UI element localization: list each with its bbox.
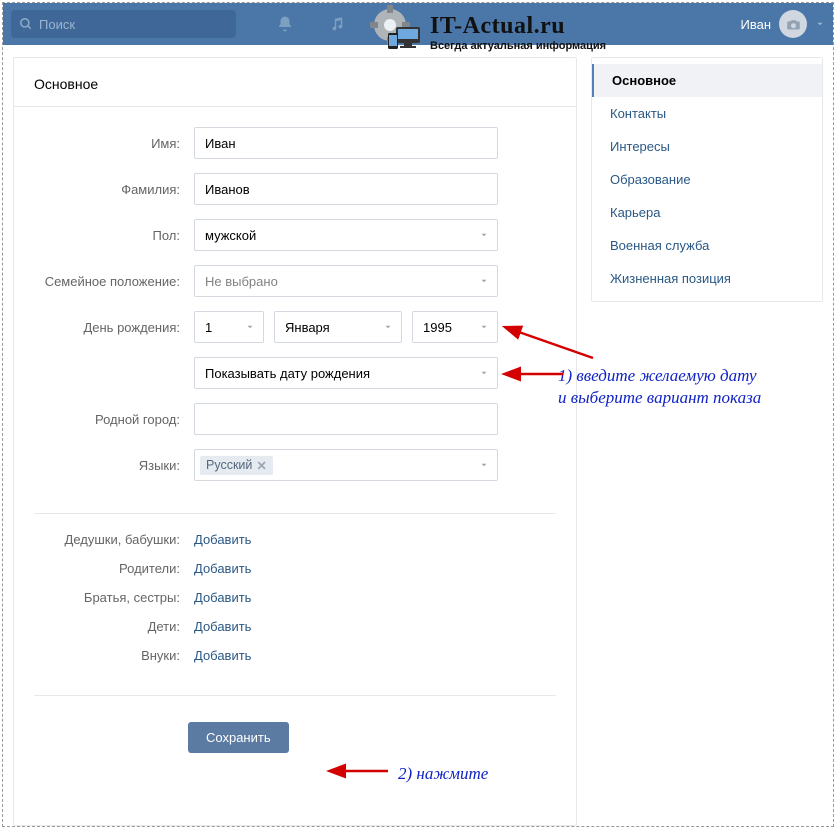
chevron-down-icon xyxy=(479,460,489,470)
chevron-down-icon xyxy=(245,322,255,332)
birthday-day-select[interactable]: 1 xyxy=(194,311,264,343)
sidebar-item-interests[interactable]: Интересы xyxy=(592,130,822,163)
add-children-link[interactable]: Добавить xyxy=(194,619,251,634)
camera-icon xyxy=(786,17,801,32)
birthday-year-select[interactable]: 1995 xyxy=(412,311,498,343)
name-input[interactable] xyxy=(194,127,498,159)
label-name: Имя: xyxy=(34,136,194,151)
add-grandparents-link[interactable]: Добавить xyxy=(194,532,251,547)
add-siblings-link[interactable]: Добавить xyxy=(194,590,251,605)
chevron-down-icon xyxy=(479,368,489,378)
languages-select[interactable]: Русский ✕ xyxy=(194,449,498,481)
chevron-down-icon xyxy=(479,322,489,332)
chevron-down-icon xyxy=(383,322,393,332)
label-grandchildren: Внуки: xyxy=(34,648,194,663)
page-title: Основное xyxy=(14,58,576,107)
label-languages: Языки: xyxy=(34,458,194,473)
label-parents: Родители: xyxy=(34,561,194,576)
label-surname: Фамилия: xyxy=(34,182,194,197)
save-button[interactable]: Сохранить xyxy=(188,722,289,753)
chevron-down-icon xyxy=(479,276,489,286)
sidebar: Основное Контакты Интересы Образование К… xyxy=(591,57,823,302)
main-panel: Основное Имя: Фамилия: Пол: му xyxy=(13,57,577,826)
topbar: Поиск Иван xyxy=(3,3,833,45)
music-icon[interactable] xyxy=(328,15,346,33)
sidebar-item-career[interactable]: Карьера xyxy=(592,196,822,229)
label-siblings: Братья, сестры: xyxy=(34,590,194,605)
top-icons xyxy=(276,15,346,33)
hometown-input[interactable] xyxy=(194,403,498,435)
gender-select[interactable]: мужской xyxy=(194,219,498,251)
search-input[interactable]: Поиск xyxy=(11,10,236,38)
chevron-down-icon xyxy=(479,230,489,240)
search-icon xyxy=(19,17,33,31)
add-grandchildren-link[interactable]: Добавить xyxy=(194,648,251,663)
sidebar-item-military[interactable]: Военная служба xyxy=(592,229,822,262)
label-birthday: День рождения: xyxy=(34,320,194,335)
marital-select[interactable]: Не выбрано xyxy=(194,265,498,297)
label-gender: Пол: xyxy=(34,228,194,243)
avatar xyxy=(779,10,807,38)
bell-icon[interactable] xyxy=(276,15,294,33)
surname-input[interactable] xyxy=(194,173,498,205)
chip-remove-icon[interactable]: ✕ xyxy=(256,458,266,473)
chevron-down-icon xyxy=(815,19,825,29)
search-placeholder: Поиск xyxy=(39,17,75,32)
user-menu[interactable]: Иван xyxy=(740,10,825,38)
label-marital: Семейное положение: xyxy=(34,274,194,289)
sidebar-item-beliefs[interactable]: Жизненная позиция xyxy=(592,262,822,295)
language-chip: Русский ✕ xyxy=(200,456,273,475)
sidebar-item-education[interactable]: Образование xyxy=(592,163,822,196)
user-name: Иван xyxy=(740,17,771,32)
label-hometown: Родной город: xyxy=(34,412,194,427)
label-children: Дети: xyxy=(34,619,194,634)
sidebar-item-contacts[interactable]: Контакты xyxy=(592,97,822,130)
sidebar-item-basic[interactable]: Основное xyxy=(592,64,822,97)
birthday-month-select[interactable]: Января xyxy=(274,311,402,343)
birthday-visibility-select[interactable]: Показывать дату рождения xyxy=(194,357,498,389)
label-grandparents: Дедушки, бабушки: xyxy=(34,532,194,547)
add-parents-link[interactable]: Добавить xyxy=(194,561,251,576)
